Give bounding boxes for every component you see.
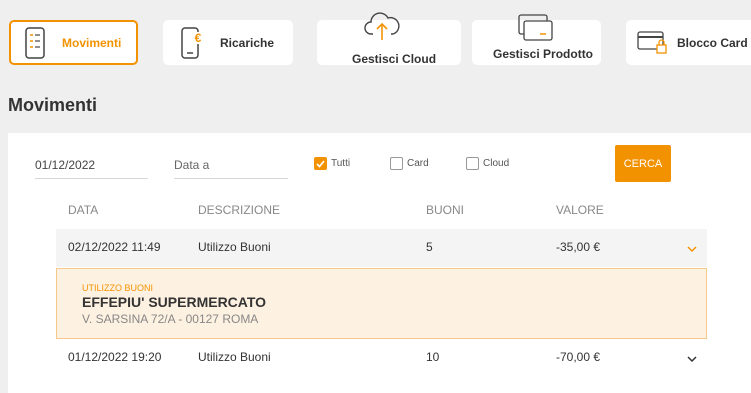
filter-cloud-checkbox[interactable]: Cloud bbox=[466, 157, 509, 170]
page-title: Movimenti bbox=[8, 95, 98, 115]
nav-gestisci-prodotto-label: Gestisci Prodotto bbox=[493, 47, 594, 61]
chevron-down-icon[interactable] bbox=[687, 240, 697, 258]
row-value: -70,00 € bbox=[556, 350, 601, 364]
checkbox-empty-icon bbox=[390, 157, 403, 170]
movement-detail: UTILIZZO BUONI EFFEPIU' SUPERMERCATO V. … bbox=[56, 268, 707, 339]
nav-gestisci-cloud-label: Gestisci Cloud bbox=[352, 52, 437, 66]
filter-tutti-label: Tutti bbox=[331, 158, 351, 169]
cloud-upload-icon bbox=[364, 10, 400, 42]
detail-merchant: EFFEPIU' SUPERMERCATO bbox=[82, 294, 267, 310]
cards-icon bbox=[518, 14, 554, 42]
row-buoni: 10 bbox=[426, 350, 440, 364]
row-buoni: 5 bbox=[426, 240, 433, 254]
column-header-buoni: BUONI bbox=[426, 203, 465, 217]
nav-ricariche[interactable]: € Ricariche bbox=[163, 20, 293, 65]
column-header-data: DATA bbox=[68, 203, 99, 217]
date-from-field[interactable]: 01/12/2022 bbox=[35, 155, 148, 179]
phone-list-icon bbox=[24, 26, 46, 59]
nav-gestisci-prodotto[interactable]: Gestisci Prodotto bbox=[472, 14, 601, 65]
chevron-down-icon[interactable] bbox=[687, 350, 697, 368]
detail-type: UTILIZZO BUONI bbox=[82, 283, 154, 293]
nav-blocco-card[interactable]: Blocco Card bbox=[626, 20, 751, 65]
movements-panel: 01/12/2022 Data a Tutti Card Cloud CERCA… bbox=[8, 133, 751, 393]
row-value: -35,00 € bbox=[556, 240, 601, 254]
filter-cloud-label: Cloud bbox=[483, 158, 510, 169]
column-header-valore: VALORE bbox=[556, 203, 604, 217]
filter-card-label: Card bbox=[407, 158, 429, 169]
row-date: 02/12/2022 11:49 bbox=[68, 240, 161, 254]
date-to-field[interactable]: Data a bbox=[174, 155, 288, 179]
checkbox-checked-icon bbox=[314, 157, 327, 170]
row-description: Utilizzo Buoni bbox=[198, 350, 271, 364]
row-description: Utilizzo Buoni bbox=[198, 240, 271, 254]
table-row[interactable]: 02/12/2022 11:49 Utilizzo Buoni 5 -35,00… bbox=[56, 229, 707, 267]
filter-card-checkbox[interactable]: Card bbox=[390, 157, 429, 170]
nav-ricariche-label: Ricariche bbox=[220, 35, 275, 50]
filter-tutti-checkbox[interactable]: Tutti bbox=[314, 157, 350, 170]
detail-address: V. SARSINA 72/A - 00127 ROMA bbox=[82, 312, 259, 326]
nav-gestisci-cloud[interactable]: Gestisci Cloud bbox=[317, 12, 461, 66]
checkbox-empty-icon bbox=[466, 157, 479, 170]
column-header-descrizione: DESCRIZIONE bbox=[198, 203, 281, 217]
nav-blocco-card-label: Blocco Card bbox=[677, 35, 748, 50]
nav-movimenti-label: Movimenti bbox=[62, 35, 122, 50]
nav-movimenti[interactable]: Movimenti bbox=[9, 20, 138, 65]
search-button[interactable]: CERCA bbox=[615, 145, 671, 182]
svg-text:€: € bbox=[195, 31, 202, 45]
phone-euro-icon: € bbox=[180, 26, 204, 59]
table-row[interactable]: 01/12/2022 19:20 Utilizzo Buoni 10 -70,0… bbox=[56, 339, 707, 377]
row-date: 01/12/2022 19:20 bbox=[68, 350, 162, 364]
card-lock-icon bbox=[637, 30, 669, 56]
